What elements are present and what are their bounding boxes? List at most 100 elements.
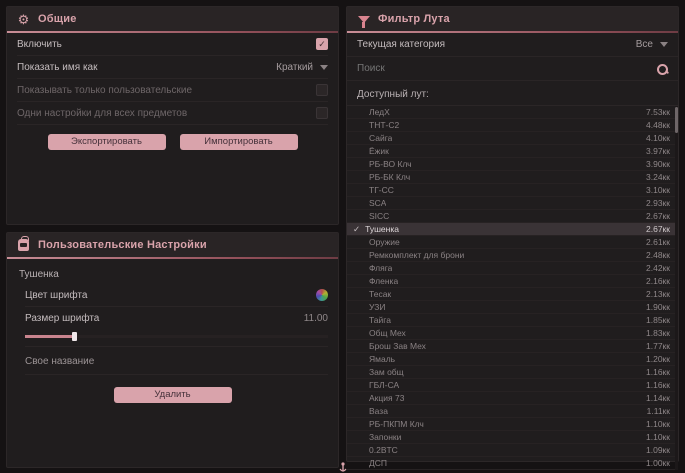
search-icon[interactable] (656, 63, 668, 75)
item-value: 2.16кк (638, 276, 670, 286)
enable-checkbox[interactable]: ✓ (316, 38, 328, 50)
loot-list: ЛедХ7.53ккТНТ-С24.48ккСайга4.10ккЁжик 3.9… (347, 105, 678, 470)
font-size-row: Размер шрифта 11.00 (25, 307, 328, 330)
list-item[interactable]: ДСП1.00кк (347, 457, 678, 470)
list-item[interactable]: SICC 2.67кк (347, 210, 678, 223)
list-item[interactable]: 0.2BTC1.09кк (347, 444, 678, 457)
item-value: 1.85кк (638, 315, 670, 325)
item-name: РБ-ВО Клч (369, 159, 412, 169)
item-value: 1.00кк (638, 458, 670, 468)
item-value: 1.16кк (638, 380, 670, 390)
list-item[interactable]: Запонки1.10кк (347, 431, 678, 444)
item-name: Сайга (369, 133, 392, 143)
list-item[interactable]: ✓Тушенка2.67кк (347, 223, 678, 236)
mod-config-page: ⚙ Общие Включить ✓ Показать имя как Крат… (0, 0, 685, 473)
enable-row: Включить ✓ (17, 33, 328, 56)
item-value: 2.13кк (638, 289, 670, 299)
list-item[interactable]: Фленка2.16кк (347, 275, 678, 288)
list-item[interactable]: Сайга4.10кк (347, 132, 678, 145)
slider-handle[interactable] (72, 332, 77, 341)
custom-panel-title: Пользовательские Настройки (38, 239, 207, 251)
check-icon: ✓ (353, 224, 360, 234)
category-dropdown[interactable]: Все (636, 39, 668, 50)
item-value: 1.10кк (638, 419, 670, 429)
list-item[interactable]: РБ-ПКПМ Клч 1.10кк (347, 418, 678, 431)
list-item[interactable]: Ремкомплект для брони2.48кк (347, 249, 678, 262)
font-size-slider[interactable] (25, 335, 328, 338)
item-name: ТГ-СС (369, 185, 394, 195)
item-value: 3.10кк (638, 185, 670, 195)
color-wheel-icon[interactable] (316, 289, 328, 301)
only-custom-row: Показывать только пользовательские (17, 79, 328, 102)
item-name: УЗИ (369, 302, 385, 312)
list-item[interactable]: SCA 2.93кк (347, 197, 678, 210)
item-name: ЛедХ (369, 107, 390, 117)
item-name: Ёжик (369, 146, 389, 156)
list-item[interactable]: ГБЛ-СА1.16кк (347, 379, 678, 392)
list-item[interactable]: Зам общ1.16кк (347, 366, 678, 379)
export-button[interactable]: Экспортировать (48, 134, 166, 150)
item-value: 3.90кк (638, 159, 670, 169)
item-value: 2.67кк (638, 211, 670, 221)
list-item[interactable]: РБ-БК Клч3.24кк (347, 171, 678, 184)
custom-panel-header: Пользовательские Настройки (7, 233, 338, 257)
selected-item-name: Тушенка (17, 259, 328, 284)
font-size-value: 11.00 (304, 313, 328, 324)
item-value: 4.48кк (638, 120, 670, 130)
item-name: ✓Тушенка (353, 224, 399, 235)
import-button[interactable]: Импортировать (180, 134, 298, 150)
item-name: SCA (369, 198, 386, 208)
item-name: РБ-ПКПМ Клч (369, 419, 424, 429)
list-item[interactable]: Ваза1.11кк (347, 405, 678, 418)
show-name-dropdown[interactable]: Краткий (276, 62, 328, 73)
item-name: Общ Мех (369, 328, 406, 338)
item-name: Зам общ (369, 367, 404, 377)
scrollbar[interactable] (675, 106, 678, 470)
list-item[interactable]: ЛедХ7.53кк (347, 106, 678, 119)
same-settings-checkbox[interactable] (316, 107, 328, 119)
item-name: Тесак (369, 289, 391, 299)
item-value: 1.77кк (638, 341, 670, 351)
item-name: Ямаль (369, 354, 395, 364)
item-name: Ваза (369, 406, 388, 416)
item-name: Акция 73 (369, 393, 404, 403)
list-item[interactable]: Ямаль1.20кк (347, 353, 678, 366)
list-item[interactable]: УЗИ1.90кк (347, 301, 678, 314)
list-item[interactable]: Ёжик 3.97кк (347, 145, 678, 158)
list-item[interactable]: Общ Мех 1.83кк (347, 327, 678, 340)
list-item[interactable]: РБ-ВО Клч 3.90кк (347, 158, 678, 171)
delete-button[interactable]: Удалить (114, 387, 232, 403)
list-item[interactable]: Акция 73 1.14кк (347, 392, 678, 405)
list-item[interactable]: Брош Зав Мех1.77кк (347, 340, 678, 353)
item-name: Фляга (369, 263, 392, 273)
list-item[interactable]: ТНТ-С24.48кк (347, 119, 678, 132)
item-value: 2.93кк (638, 198, 670, 208)
item-value: 1.14кк (638, 393, 670, 403)
item-value: 1.83кк (638, 328, 670, 338)
backpack-icon (17, 239, 30, 252)
scrollbar-thumb[interactable] (675, 107, 678, 133)
list-item[interactable]: ТГ-СС 3.10кк (347, 184, 678, 197)
list-item[interactable]: Оружие2.61кк (347, 236, 678, 249)
available-loot-label: Доступный лут: (347, 81, 678, 105)
item-value: 3.97кк (638, 146, 670, 156)
same-settings-row: Одни настройки для всех предметов (17, 102, 328, 125)
list-item[interactable]: Фляга2.42кк (347, 262, 678, 275)
show-name-row: Показать имя как Краткий (17, 56, 328, 79)
only-custom-label: Показывать только пользовательские (17, 85, 192, 96)
only-custom-checkbox[interactable] (316, 84, 328, 96)
chevron-down-icon (660, 42, 668, 47)
item-value: 1.10кк (638, 432, 670, 442)
search-input[interactable] (357, 63, 656, 74)
enable-label: Включить (17, 39, 62, 50)
list-item[interactable]: Тесак 2.13кк (347, 288, 678, 301)
category-label: Текущая категория (357, 39, 445, 50)
list-item[interactable]: Тайга1.85кк (347, 314, 678, 327)
item-value: 1.09кк (638, 445, 670, 455)
item-value: 2.61кк (638, 237, 670, 247)
custom-name-input[interactable] (25, 347, 328, 375)
item-name: SICC (369, 211, 389, 221)
bottom-handle-icon[interactable] (339, 460, 347, 471)
loot-filter-panel: Фильтр Лута Текущая категория Все Доступ… (346, 6, 679, 462)
custom-settings-panel: Пользовательские Настройки Тушенка Цвет … (6, 232, 339, 468)
